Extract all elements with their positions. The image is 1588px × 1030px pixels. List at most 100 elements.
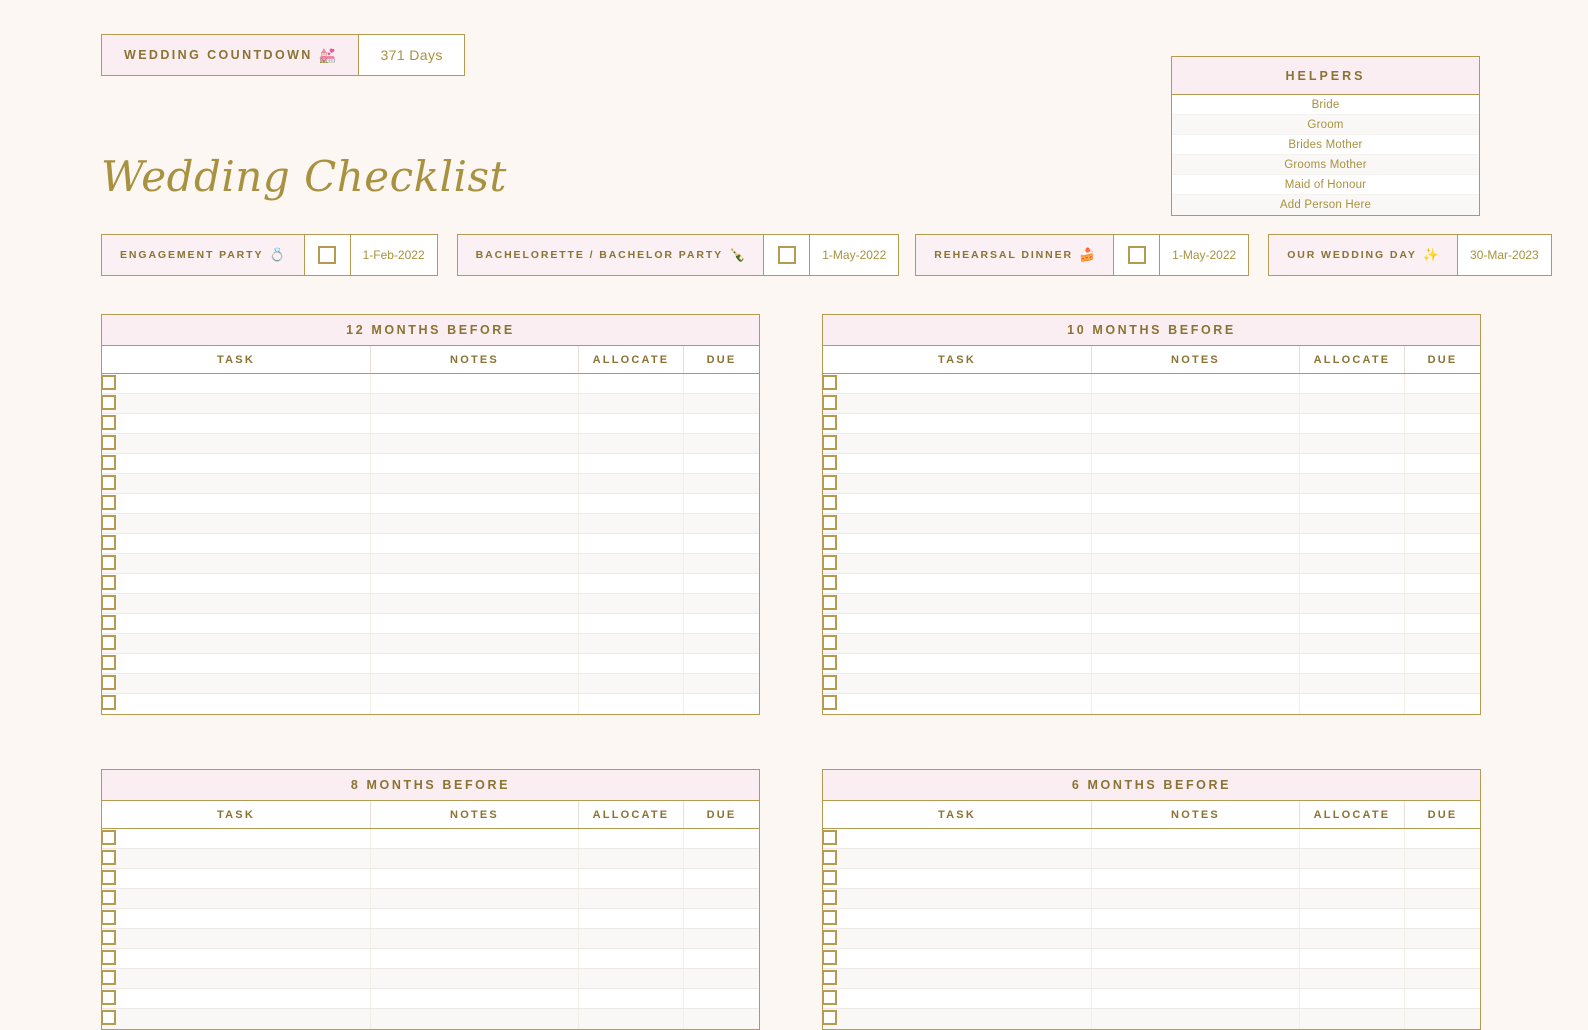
cell-due[interactable] <box>684 989 759 1008</box>
cell-task[interactable] <box>102 989 371 1008</box>
row-checkbox-icon[interactable] <box>101 475 116 490</box>
row-checkbox-icon[interactable] <box>101 850 116 865</box>
checkbox-icon[interactable] <box>318 246 337 264</box>
row-checkbox-icon[interactable] <box>101 655 116 670</box>
helper-row[interactable]: Grooms Mother <box>1172 155 1479 175</box>
cell-notes[interactable] <box>371 989 579 1008</box>
cell-notes[interactable] <box>371 909 579 928</box>
cell-alloc[interactable] <box>579 534 684 553</box>
cell-task[interactable] <box>102 494 371 513</box>
cell-task[interactable] <box>102 554 371 573</box>
cell-notes[interactable] <box>1092 394 1300 413</box>
cell-task[interactable] <box>102 849 371 868</box>
cell-task[interactable] <box>102 654 371 673</box>
cell-notes[interactable] <box>1092 909 1300 928</box>
cell-due[interactable] <box>684 394 759 413</box>
cell-notes[interactable] <box>371 889 579 908</box>
cell-notes[interactable] <box>371 869 579 888</box>
cell-notes[interactable] <box>371 594 579 613</box>
cell-alloc[interactable] <box>1300 374 1405 393</box>
cell-due[interactable] <box>1405 454 1480 473</box>
cell-notes[interactable] <box>1092 694 1300 714</box>
cell-notes[interactable] <box>371 694 579 714</box>
row-checkbox-icon[interactable] <box>822 655 837 670</box>
checkbox-icon[interactable] <box>1127 246 1146 264</box>
helper-row[interactable]: Maid of Honour <box>1172 175 1479 195</box>
cell-due[interactable] <box>684 889 759 908</box>
cell-due[interactable] <box>1405 829 1480 848</box>
cell-task[interactable] <box>823 454 1092 473</box>
row-checkbox-icon[interactable] <box>101 695 116 710</box>
row-checkbox-icon[interactable] <box>822 675 837 690</box>
row-checkbox-icon[interactable] <box>101 375 116 390</box>
row-checkbox-icon[interactable] <box>822 1010 837 1025</box>
cell-task[interactable] <box>102 674 371 693</box>
cell-alloc[interactable] <box>1300 594 1405 613</box>
helper-row[interactable]: Brides Mother <box>1172 135 1479 155</box>
cell-task[interactable] <box>102 694 371 714</box>
cell-notes[interactable] <box>1092 594 1300 613</box>
cell-notes[interactable] <box>1092 554 1300 573</box>
cell-alloc[interactable] <box>579 374 684 393</box>
cell-notes[interactable] <box>1092 474 1300 493</box>
helper-row[interactable]: Add Person Here <box>1172 195 1479 215</box>
cell-alloc[interactable] <box>579 949 684 968</box>
row-checkbox-icon[interactable] <box>822 515 837 530</box>
cell-task[interactable] <box>823 414 1092 433</box>
row-checkbox-icon[interactable] <box>101 615 116 630</box>
cell-alloc[interactable] <box>579 554 684 573</box>
row-checkbox-icon[interactable] <box>101 495 116 510</box>
cell-alloc[interactable] <box>1300 909 1405 928</box>
cell-due[interactable] <box>684 694 759 714</box>
cell-due[interactable] <box>1405 869 1480 888</box>
row-checkbox-icon[interactable] <box>822 595 837 610</box>
cell-due[interactable] <box>1405 969 1480 988</box>
row-checkbox-icon[interactable] <box>822 375 837 390</box>
cell-task[interactable] <box>823 889 1092 908</box>
row-checkbox-icon[interactable] <box>101 555 116 570</box>
cell-notes[interactable] <box>371 949 579 968</box>
cell-due[interactable] <box>684 514 759 533</box>
row-checkbox-icon[interactable] <box>822 575 837 590</box>
cell-notes[interactable] <box>371 414 579 433</box>
row-checkbox-icon[interactable] <box>101 675 116 690</box>
cell-alloc[interactable] <box>1300 434 1405 453</box>
cell-task[interactable] <box>823 434 1092 453</box>
cell-alloc[interactable] <box>1300 929 1405 948</box>
row-checkbox-icon[interactable] <box>822 635 837 650</box>
cell-task[interactable] <box>823 534 1092 553</box>
cell-task[interactable] <box>102 434 371 453</box>
cell-due[interactable] <box>684 594 759 613</box>
cell-alloc[interactable] <box>579 829 684 848</box>
cell-due[interactable] <box>1405 434 1480 453</box>
cell-task[interactable] <box>823 554 1092 573</box>
cell-alloc[interactable] <box>579 614 684 633</box>
cell-task[interactable] <box>823 694 1092 714</box>
cell-due[interactable] <box>684 674 759 693</box>
cell-alloc[interactable] <box>579 869 684 888</box>
helper-row[interactable]: Groom <box>1172 115 1479 135</box>
event-checkbox-cell[interactable] <box>304 235 351 275</box>
cell-alloc[interactable] <box>1300 969 1405 988</box>
cell-notes[interactable] <box>1092 534 1300 553</box>
cell-task[interactable] <box>823 654 1092 673</box>
cell-due[interactable] <box>1405 1009 1480 1029</box>
cell-notes[interactable] <box>1092 374 1300 393</box>
cell-due[interactable] <box>1405 889 1480 908</box>
event-date[interactable]: 30-Mar-2023 <box>1458 235 1551 275</box>
cell-notes[interactable] <box>371 829 579 848</box>
row-checkbox-icon[interactable] <box>822 455 837 470</box>
cell-due[interactable] <box>684 474 759 493</box>
row-checkbox-icon[interactable] <box>822 870 837 885</box>
cell-alloc[interactable] <box>579 514 684 533</box>
row-checkbox-icon[interactable] <box>822 555 837 570</box>
cell-due[interactable] <box>684 949 759 968</box>
row-checkbox-icon[interactable] <box>101 635 116 650</box>
cell-task[interactable] <box>823 634 1092 653</box>
cell-due[interactable] <box>1405 374 1480 393</box>
cell-due[interactable] <box>1405 574 1480 593</box>
cell-due[interactable] <box>684 434 759 453</box>
cell-due[interactable] <box>684 909 759 928</box>
cell-notes[interactable] <box>1092 969 1300 988</box>
cell-due[interactable] <box>1405 849 1480 868</box>
